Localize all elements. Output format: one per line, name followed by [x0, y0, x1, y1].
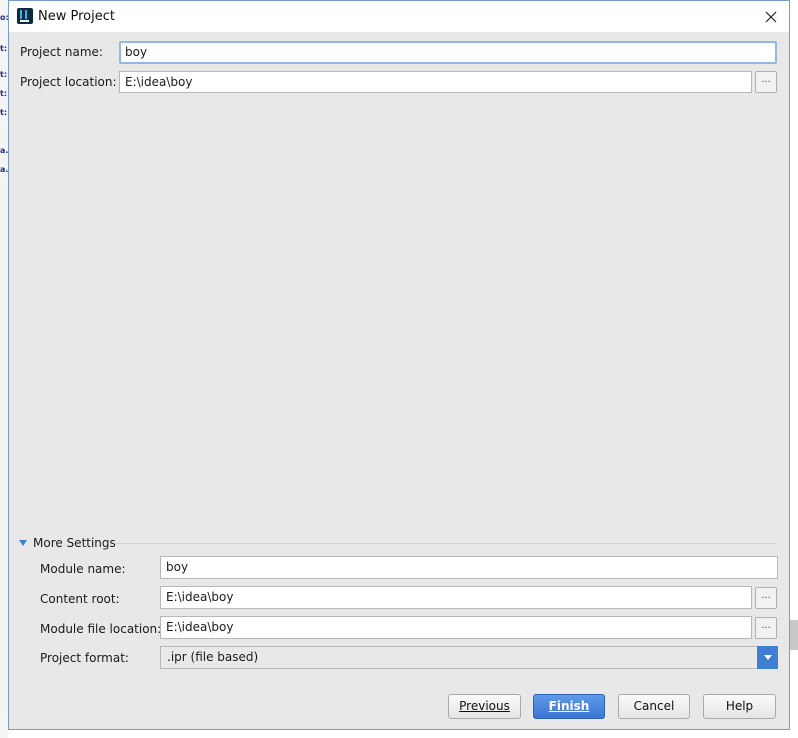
- background-text: t:: [0, 44, 8, 53]
- project-format-label: Project format:: [40, 651, 129, 665]
- project-location-label: Project location:: [20, 75, 117, 89]
- project-format-select[interactable]: .ipr (file based): [160, 646, 778, 669]
- module-name-input[interactable]: boy: [160, 556, 778, 579]
- close-icon: [765, 11, 777, 22]
- module-file-location-label: Module file location:: [40, 622, 162, 636]
- intellij-app-icon: [17, 8, 33, 24]
- project-name-label: Project name:: [20, 45, 103, 59]
- more-settings-toggle[interactable]: More Settings: [19, 535, 116, 551]
- browse-project-location-button[interactable]: ...: [755, 71, 777, 93]
- finish-button[interactable]: Finish: [533, 694, 605, 719]
- module-file-location-input[interactable]: E:\idea\boy: [160, 616, 752, 639]
- project-name-input[interactable]: boy: [119, 41, 777, 64]
- project-format-value: .ipr (file based): [167, 650, 259, 664]
- browse-module-file-button[interactable]: ...: [755, 617, 777, 639]
- cancel-button[interactable]: Cancel: [618, 694, 690, 719]
- finish-button-label: Finish: [548, 699, 590, 713]
- title-bar: New Project: [9, 1, 789, 32]
- background-text: t:: [0, 89, 8, 98]
- module-name-label: Module name:: [40, 562, 126, 576]
- background-text: t:: [0, 70, 8, 79]
- background-text: t:: [0, 108, 8, 117]
- previous-button[interactable]: Previous: [448, 694, 521, 719]
- help-button[interactable]: Help: [703, 694, 776, 719]
- content-root-input[interactable]: E:\idea\boy: [160, 586, 752, 609]
- project-location-input[interactable]: E:\idea\boy: [119, 71, 752, 93]
- browse-content-root-button[interactable]: ...: [755, 587, 777, 609]
- previous-button-label: Previous: [459, 699, 510, 713]
- dropdown-arrow-icon[interactable]: [757, 646, 778, 669]
- content-root-label: Content root:: [40, 592, 120, 606]
- disclosure-triangle-icon: [19, 540, 27, 546]
- more-settings-divider: [114, 543, 776, 544]
- more-settings-label: More Settings: [33, 536, 116, 550]
- close-button[interactable]: [753, 1, 789, 32]
- new-project-dialog: New Project Project name: boy Project lo…: [8, 0, 790, 730]
- background-window-sliver: o: t: t: t: t: a. a.: [0, 0, 9, 738]
- window-title: New Project: [38, 9, 115, 24]
